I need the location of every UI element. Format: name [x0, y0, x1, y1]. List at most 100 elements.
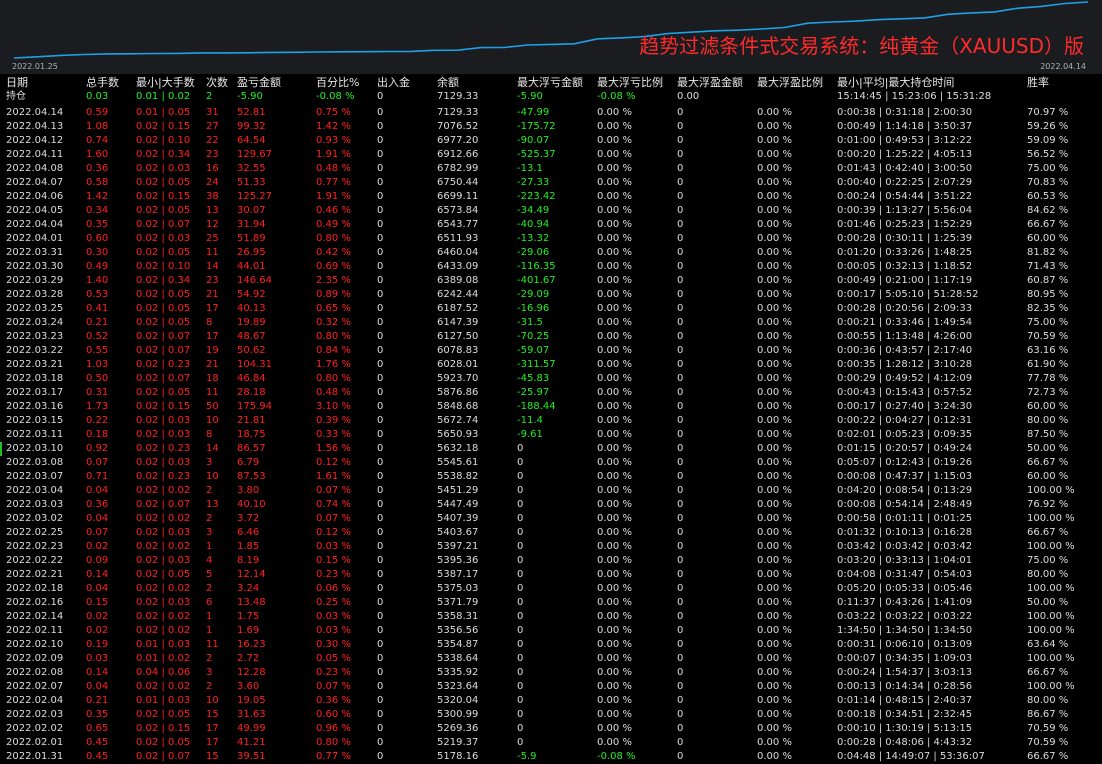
cell-max-float-loss-pct: 0.00 %	[597, 611, 632, 622]
cell-total-lots: 0.92	[86, 443, 109, 454]
cell-hold-time: 0:00:35 | 1:28:12 | 3:10:28	[837, 359, 973, 370]
cell-max-float-profit: 0	[677, 709, 684, 720]
cell-count: 1	[206, 625, 213, 636]
cell-max-float-loss-pct: 0.00 %	[597, 499, 632, 510]
cell-pnl: 32.55	[237, 163, 266, 174]
cell-max-float-loss: 0	[517, 569, 524, 580]
table-row: 2022.02.22 0.09 0.02 | 0.03 4 8.19 0.15 % 0 539…	[0, 554, 1102, 568]
cell-percent: 0.32 %	[316, 317, 351, 328]
cell-max-float-loss: 0	[517, 541, 524, 552]
cell-pnl: 1.75	[237, 611, 260, 622]
cell-balance: 5269.36	[437, 723, 479, 734]
cell-max-float-profit-pct: 0.00 %	[757, 569, 792, 580]
cell-max-float-profit: 0	[677, 569, 684, 580]
cell-win-rate: 61.90 %	[1027, 359, 1069, 370]
cell-pnl: 19.89	[237, 317, 266, 328]
cell-pnl: 26.95	[237, 247, 266, 258]
cell-balance: 5358.31	[437, 611, 479, 622]
cell-max-float-profit: 0	[677, 485, 684, 496]
cell-max-float-profit: 0	[677, 163, 684, 174]
cell-balance: 5371.79	[437, 597, 479, 608]
table-row: 2022.04.08 0.36 0.02 | 0.03 16 32.55 0.48 % 0 6…	[0, 162, 1102, 176]
cell-balance: 7076.52	[437, 121, 479, 132]
cell-count: 2	[206, 91, 213, 102]
table-row: 2022.03.10 0.92 0.02 | 0.23 14 86.57 1.56 % 0 5…	[0, 442, 1102, 456]
cell-date: 持仓	[6, 91, 26, 102]
cell-max-float-profit: 0	[677, 135, 684, 146]
cell-minmax-lots: 0.02 | 0.05	[136, 387, 191, 398]
cell-win-rate: 80.00 %	[1027, 569, 1069, 580]
cell-date: 2022.02.16	[6, 597, 64, 608]
cell-pnl: 3.24	[237, 583, 260, 594]
cell-minmax-lots: 0.02 | 0.02	[136, 583, 191, 594]
cell-win-rate: 70.59 %	[1027, 723, 1069, 734]
cell-max-float-profit-pct: 0.00 %	[757, 415, 792, 426]
cell-balance: 5178.16	[437, 751, 479, 762]
cell-deposit: 0	[377, 513, 384, 524]
chart-end-date: 2022.04.14	[1040, 62, 1086, 71]
cell-balance: 5375.03	[437, 583, 479, 594]
cell-percent: 1.42 %	[316, 121, 351, 132]
cell-win-rate: 80.00 %	[1027, 695, 1069, 706]
cell-deposit: 0	[377, 527, 384, 538]
cell-max-float-loss-pct: 0.00 %	[597, 471, 632, 482]
cell-date: 2022.02.14	[6, 611, 64, 622]
cell-win-rate: 63.64 %	[1027, 639, 1069, 650]
cell-max-float-loss: 0	[517, 667, 524, 678]
cell-max-float-profit: 0	[677, 373, 684, 384]
cell-max-float-profit-pct: 0.00 %	[757, 275, 792, 286]
cell-max-float-loss-pct: 0.00 %	[597, 107, 632, 118]
cell-max-float-profit-pct: 0.00 %	[757, 205, 792, 216]
cell-minmax-lots: 0.02 | 0.03	[136, 555, 191, 566]
cell-balance: 5451.29	[437, 485, 479, 496]
cell-hold-time: 0:00:07 | 0:34:35 | 1:09:03	[837, 653, 973, 664]
cell-pnl: 64.54	[237, 135, 266, 146]
cell-balance: 7129.33	[437, 107, 479, 118]
table-row: 2022.02.11 0.02 0.02 | 0.02 1 1.69 0.03 % 0 535…	[0, 624, 1102, 638]
cell-balance: 6242.44	[437, 289, 479, 300]
header-balance: 余额	[437, 76, 459, 89]
cell-pnl: 39.51	[237, 751, 266, 762]
cell-total-lots: 1.60	[86, 149, 109, 160]
table-row: 2022.04.04 0.35 0.02 | 0.07 12 31.94 0.49 % 0 6…	[0, 218, 1102, 232]
cell-hold-time: 0:01:43 | 0:42:40 | 3:00:50	[837, 163, 973, 174]
cell-minmax-lots: 0.01 | 0.03	[136, 639, 191, 650]
cell-balance: 5323.64	[437, 681, 479, 692]
cell-date: 2022.02.08	[6, 667, 64, 678]
cell-deposit: 0	[377, 569, 384, 580]
cell-max-float-loss: 0	[517, 639, 524, 650]
cell-count: 8	[206, 317, 213, 328]
cell-deposit: 0	[377, 303, 384, 314]
cell-date: 2022.03.30	[6, 261, 64, 272]
cell-max-float-profit: 0	[677, 289, 684, 300]
cell-max-float-loss-pct: 0.00 %	[597, 541, 632, 552]
cell-total-lots: 0.30	[86, 247, 109, 258]
cell-percent: 1.76 %	[316, 359, 351, 370]
cell-max-float-loss-pct: 0.00 %	[597, 597, 632, 608]
cell-win-rate: 80.00 %	[1027, 415, 1069, 426]
cell-minmax-lots: 0.02 | 0.03	[136, 457, 191, 468]
cell-max-float-profit-pct: 0.00 %	[757, 513, 792, 524]
cell-balance: 5338.64	[437, 653, 479, 664]
cell-minmax-lots: 0.02 | 0.05	[136, 709, 191, 720]
cell-total-lots: 0.34	[86, 205, 109, 216]
cell-count: 13	[206, 499, 219, 510]
cell-max-float-profit: 0	[677, 415, 684, 426]
cell-win-rate: 66.67 %	[1027, 751, 1069, 762]
cell-max-float-loss-pct: 0.00 %	[597, 177, 632, 188]
cell-max-float-loss-pct: 0.00 %	[597, 121, 632, 132]
cell-deposit: 0	[377, 457, 384, 468]
cell-count: 4	[206, 555, 213, 566]
cell-percent: 0.07 %	[316, 681, 351, 692]
cell-max-float-profit: 0	[677, 653, 684, 664]
cell-max-float-loss: 0	[517, 723, 524, 734]
cell-max-float-loss-pct: 0.00 %	[597, 317, 632, 328]
cell-pnl: 18.75	[237, 429, 266, 440]
cell-minmax-lots: 0.02 | 0.10	[136, 135, 191, 146]
cell-win-rate: 66.67 %	[1027, 667, 1069, 678]
table-row: 2022.02.18 0.04 0.02 | 0.02 2 3.24 0.06 % 0 537…	[0, 582, 1102, 596]
cell-win-rate: 71.43 %	[1027, 261, 1069, 272]
cell-total-lots: 0.02	[86, 541, 109, 552]
cell-count: 2	[206, 653, 213, 664]
cell-balance: 6127.50	[437, 331, 479, 342]
